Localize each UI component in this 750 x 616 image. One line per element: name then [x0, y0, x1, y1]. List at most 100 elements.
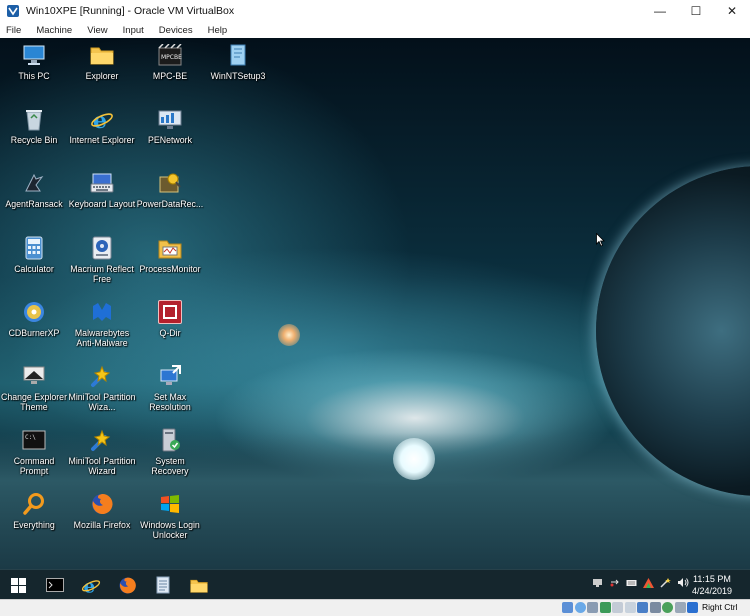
desktop-icon-label: CDBurnerXP: [8, 328, 60, 338]
usb-status-icon[interactable]: [612, 602, 623, 613]
desktop-icon-powerdatarecovery[interactable]: PowerDataRec...: [136, 170, 204, 209]
desktop-icon-mpc-be[interactable]: MPCBE MPC-BE: [136, 42, 204, 81]
menu-file[interactable]: File: [6, 25, 21, 36]
firefox-icon: [119, 577, 136, 593]
desktop-icon-calculator[interactable]: Calculator: [0, 235, 68, 274]
computer-icon: [21, 42, 47, 68]
network-tray-icon[interactable]: [592, 577, 603, 588]
desktop-icon-recycle-bin[interactable]: Recycle Bin: [0, 106, 68, 145]
q-dir-icon: [157, 299, 183, 325]
folder-icon: [89, 42, 115, 68]
internet-explorer-icon: e: [89, 106, 115, 132]
taskbar-clock[interactable]: 11:15 PM 4/24/2019: [692, 573, 732, 597]
power-data-recovery-icon: [157, 170, 183, 196]
desktop-icon-internet-explorer[interactable]: e Internet Explorer: [68, 106, 136, 145]
network-icon: [157, 106, 183, 132]
desktop-icon-set-max-resolution[interactable]: Set Max Resolution: [136, 363, 204, 412]
network-status-icon[interactable]: [599, 602, 611, 613]
desktop-icon-explorer[interactable]: Explorer: [68, 42, 136, 81]
desktop-icon-penetwork[interactable]: PENetwork: [136, 106, 204, 145]
firefox-icon: [89, 491, 115, 517]
taskbar-firefox-button[interactable]: [112, 573, 142, 597]
desktop-icon-label: Windows Login Unlocker: [140, 520, 200, 540]
desktop-icon-minitool-wiza[interactable]: MiniTool Partition Wiza...: [68, 363, 136, 412]
start-button[interactable]: [3, 573, 33, 597]
desktop-icon-change-explorer-theme[interactable]: Change Explorer Theme: [0, 363, 68, 412]
desktop-icon-command-prompt[interactable]: C:\ Command Prompt: [0, 427, 68, 476]
menu-devices[interactable]: Devices: [159, 25, 193, 36]
desktop-icon-malwarebytes[interactable]: Malwarebytes Anti-Malware: [68, 299, 136, 348]
color-tray-icon[interactable]: [643, 577, 654, 588]
desktop-icon-windows-login-unlocker[interactable]: Windows Login Unlocker: [136, 491, 204, 540]
desktop-icon-processmonitor[interactable]: ProcessMonitor: [136, 235, 204, 274]
desktop-icon-macrium-reflect[interactable]: Macrium Reflect Free: [68, 235, 136, 284]
desktop-icon-q-dir[interactable]: Q-Dir: [136, 299, 204, 338]
display-status-icon[interactable]: [637, 602, 648, 613]
desktop-icon-keyboard-layout[interactable]: Keyboard Layout: [68, 170, 136, 209]
desktop-icon-label: Mozilla Firefox: [73, 520, 131, 530]
host-key-arrow-icon: [687, 602, 698, 613]
close-button[interactable]: ✕: [714, 0, 750, 22]
virtualbox-icon: [7, 5, 19, 17]
desktop-icon-label: Keyboard Layout: [68, 199, 136, 209]
desktop-icon-label: Internet Explorer: [69, 135, 135, 145]
desktop-icon-label: MPC-BE: [152, 71, 188, 81]
wand-tray-icon[interactable]: [660, 577, 671, 588]
guest-taskbar: e 11:15 PM 4/24/2019: [0, 569, 750, 600]
desktop-icon-mozilla-firefox[interactable]: Mozilla Firefox: [68, 491, 136, 530]
mouse-integration-status-icon[interactable]: [674, 602, 686, 613]
keyboard-icon: [89, 170, 115, 196]
agent-ransack-icon: [21, 170, 47, 196]
desktop-icon-label: Malwarebytes Anti-Malware: [74, 328, 130, 348]
optical-drive-status-icon[interactable]: [574, 602, 586, 613]
desktop-icon-label: WinNTSetup3: [210, 71, 266, 81]
clock-date: 4/24/2019: [691, 586, 732, 596]
taskbar-explorer-button[interactable]: [184, 573, 214, 597]
process-monitor-icon: [157, 235, 183, 261]
folder-icon: [190, 579, 208, 593]
desktop-icon-cdburnerxp[interactable]: CDBurnerXP: [0, 299, 68, 338]
minitool-icon: [89, 363, 115, 389]
maximize-button[interactable]: ☐: [678, 0, 714, 22]
menu-view[interactable]: View: [87, 25, 107, 36]
desktop-icon-label: MiniTool Partition Wiza...: [68, 392, 136, 412]
desktop-icon-agentransack[interactable]: AgentRansack: [0, 170, 68, 209]
desktop-icon-label: System Recovery: [151, 456, 189, 476]
volume-icon[interactable]: [677, 577, 689, 588]
desktop-icon-system-recovery[interactable]: System Recovery: [136, 427, 204, 476]
hard-disk-status-icon[interactable]: [562, 602, 573, 613]
desktop-icon-everything[interactable]: Everything: [0, 491, 68, 530]
menu-help[interactable]: Help: [208, 25, 228, 36]
mpc-be-icon: MPCBE: [157, 42, 183, 68]
keyboard-tray-icon[interactable]: [626, 577, 637, 588]
desktop-icon-label: Set Max Resolution: [149, 392, 191, 412]
shared-folders-status-icon[interactable]: [624, 602, 636, 613]
desktop-icon-this-pc[interactable]: This PC: [0, 42, 68, 81]
audio-status-icon[interactable]: [587, 602, 598, 613]
desktop-icon-label: Q-Dir: [159, 328, 181, 338]
malwarebytes-icon: [89, 299, 115, 325]
window-titlebar[interactable]: Win10XPE [Running] - Oracle VM VirtualBo…: [0, 0, 750, 23]
desktop-icon-winntsetup3[interactable]: WinNTSetup3: [204, 42, 272, 81]
svg-text:MPCBE: MPCBE: [161, 54, 182, 61]
desktop-icon-label: PENetwork: [148, 135, 192, 145]
desktop-icon-label: Everything: [13, 520, 55, 530]
guest-desktop[interactable]: This PC Recycle Bin AgentRansack Calcula…: [0, 38, 750, 569]
desktop-icon-label: MiniTool Partition Wizard: [68, 456, 136, 476]
cd-burner-icon: [21, 299, 47, 325]
taskbar-console-button[interactable]: [40, 573, 70, 597]
system-recovery-icon: [157, 427, 183, 453]
taskbar-notepad-button[interactable]: [148, 573, 178, 597]
usb-tray-icon[interactable]: [609, 577, 620, 588]
video-capture-status-icon[interactable]: [649, 602, 661, 613]
minimize-button[interactable]: —: [642, 0, 678, 22]
desktop-icon-label: Macrium Reflect Free: [70, 264, 134, 284]
desktop-icon-label: ProcessMonitor: [139, 264, 201, 274]
desktop-icon-label: AgentRansack: [5, 199, 63, 209]
menu-input[interactable]: Input: [123, 25, 144, 36]
desktop-icon-minitool-partition-wizard[interactable]: MiniTool Partition Wizard: [68, 427, 136, 476]
cpu-status-icon[interactable]: [662, 602, 673, 613]
host-key-label[interactable]: Right Ctrl: [702, 602, 737, 612]
menu-machine[interactable]: Machine: [36, 25, 72, 36]
taskbar-internet-explorer-button[interactable]: e: [76, 573, 106, 597]
